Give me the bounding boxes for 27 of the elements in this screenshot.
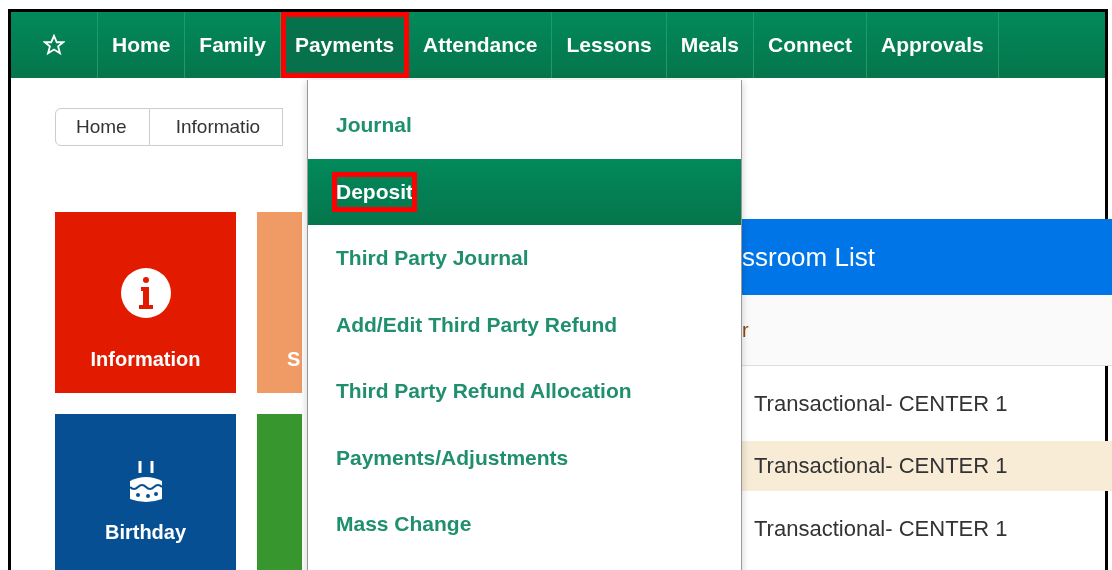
nav-tab[interactable]: Attendance — [409, 12, 553, 78]
breadcrumb-item[interactable]: Home — [55, 108, 150, 146]
table-row[interactable]: Transactional- CENTER 1 — [742, 441, 1112, 491]
tile[interactable] — [257, 414, 302, 570]
nav-tab[interactable]: Payments — [280, 12, 410, 78]
table-row[interactable]: Transactional- CENTER 1 — [742, 491, 1112, 566]
nav-tab[interactable]: Lessons — [552, 12, 667, 78]
column-header: r — [742, 295, 1112, 366]
menu-item[interactable]: Add/Edit Third Party Refund — [308, 291, 741, 358]
nav-tab[interactable]: Home — [98, 12, 186, 78]
table-row[interactable]: Transactional- CENTER 1 — [742, 366, 1112, 441]
menu-item[interactable]: Mass Change — [308, 491, 741, 558]
menu-item[interactable]: Third Party Refund Allocation — [308, 358, 741, 425]
nav-tab[interactable]: Meals — [666, 12, 755, 78]
nav-tab[interactable]: Connect — [754, 12, 868, 78]
breadcrumb-item[interactable]: Informatio — [149, 108, 284, 146]
tile[interactable]: Information — [55, 212, 236, 393]
tile[interactable]: Birthday — [55, 414, 236, 570]
menu-item[interactable]: Payments/Adjustments — [308, 424, 741, 491]
panel-header: ssroom List — [742, 219, 1112, 295]
menu-item[interactable]: Journal — [308, 92, 741, 159]
nav-tab[interactable]: Family — [185, 12, 281, 78]
menu-item[interactable]: Deposit — [308, 158, 741, 225]
info-icon — [120, 268, 171, 318]
menu-item[interactable]: Third Party Journal — [308, 225, 741, 292]
star-icon[interactable] — [43, 34, 65, 56]
nav-tab[interactable]: Approvals — [867, 12, 999, 78]
